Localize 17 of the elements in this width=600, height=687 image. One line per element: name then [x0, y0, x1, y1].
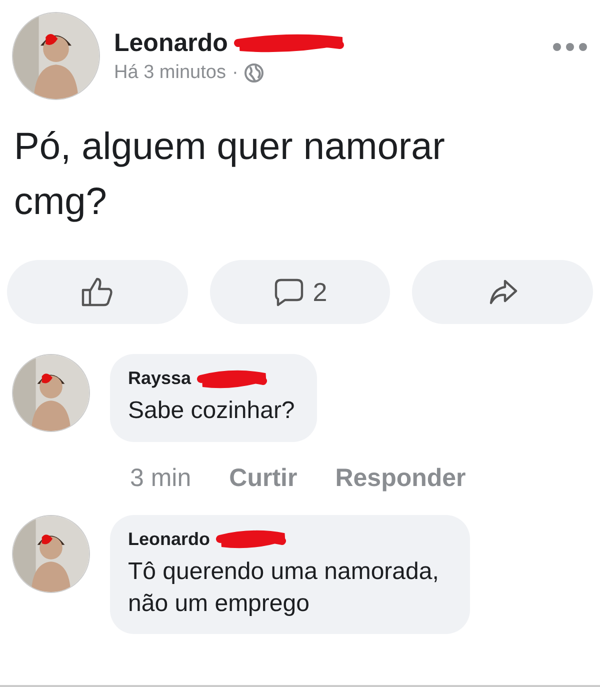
comment-button[interactable]: 2	[210, 260, 390, 324]
post-text: Pó, alguem quer namorar cmg?	[13, 125, 446, 226]
commenter-name: Leonardo	[128, 528, 210, 550]
thumbs-up-icon	[80, 276, 114, 308]
comment-icon	[272, 277, 305, 308]
comment-action-link[interactable]: Responder	[335, 464, 466, 493]
commenter-name: Rayssa	[128, 368, 192, 390]
comment-time: 3 min	[130, 464, 192, 493]
more-options-icon[interactable]	[552, 42, 588, 52]
author-name: Leonardo	[114, 28, 228, 58]
comment-action-link[interactable]: Curtir	[229, 464, 298, 493]
comment-text: Sabe cozinhar?	[128, 396, 295, 426]
post-time: Há 3 minutos	[114, 62, 226, 84]
globe-icon	[244, 62, 264, 82]
comment-text: Tô querendo uma namorada, não um emprego	[128, 556, 440, 619]
separator-dot: ·	[232, 62, 238, 84]
share-icon	[488, 278, 518, 306]
